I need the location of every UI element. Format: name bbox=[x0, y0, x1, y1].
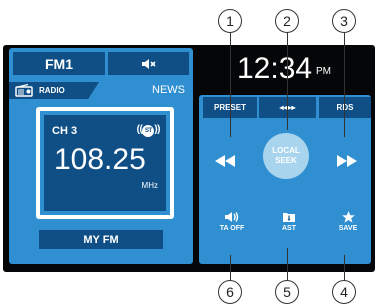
save-label: SAVE bbox=[338, 225, 358, 232]
program-type-label: NEWS bbox=[152, 84, 185, 96]
ast-label: AST bbox=[282, 225, 296, 232]
control-panel: PRESET ◂◂▸▸ RDS LOCAL SEEK TA OFF bbox=[199, 95, 371, 264]
frequency-display-inner: CH 3 ((ST)) 108.25 MHz bbox=[44, 115, 166, 211]
clock-ampm: PM bbox=[316, 66, 331, 77]
callout-leader-4 bbox=[344, 255, 345, 283]
speaker-mute-icon bbox=[141, 58, 156, 69]
callout-leader-3 bbox=[344, 32, 345, 137]
callout-2: 2 bbox=[275, 9, 299, 33]
source-label: RADIO bbox=[39, 86, 65, 95]
band-button[interactable]: FM1 bbox=[13, 52, 105, 75]
seek-back-icon[interactable] bbox=[215, 155, 235, 167]
frequency-unit: MHz bbox=[141, 181, 158, 190]
callout-4: 4 bbox=[332, 280, 356, 304]
ta-button[interactable]: TA OFF bbox=[209, 211, 255, 232]
callout-3: 3 bbox=[332, 9, 356, 33]
frequency-display: CH 3 ((ST)) 108.25 MHz bbox=[36, 107, 174, 219]
radio-screen: FM1 RADIO NEWS CH 3 ((ST)) 108.25 MHz M… bbox=[3, 45, 375, 272]
auto-store-icon bbox=[283, 213, 295, 222]
tab-rds[interactable]: RDS bbox=[319, 97, 371, 118]
source-label-bar: RADIO bbox=[9, 82, 99, 99]
stereo-badge-text: ST bbox=[142, 125, 155, 137]
traffic-announcement-icon bbox=[225, 212, 239, 222]
local-seek-line2: SEEK bbox=[275, 156, 297, 165]
mute-button[interactable] bbox=[108, 52, 189, 75]
ta-label: TA OFF bbox=[219, 225, 245, 232]
save-button[interactable]: SAVE bbox=[325, 211, 371, 232]
callout-leader-6 bbox=[230, 255, 231, 283]
seek-forward-icon[interactable] bbox=[337, 155, 357, 167]
local-seek-button[interactable]: LOCAL SEEK bbox=[263, 133, 309, 179]
frequency-value: 108.25 bbox=[54, 143, 146, 176]
ast-button[interactable]: AST bbox=[266, 211, 312, 232]
callout-1: 1 bbox=[218, 9, 242, 33]
callout-6: 6 bbox=[218, 280, 242, 304]
clock-time: 12:34 bbox=[237, 52, 313, 85]
stereo-icon: ((ST)) bbox=[136, 124, 161, 137]
local-seek-line1: LOCAL bbox=[272, 146, 300, 155]
callout-leader-1 bbox=[230, 32, 231, 137]
channel-label: CH 3 bbox=[52, 125, 78, 137]
callout-leader-2 bbox=[287, 32, 288, 130]
callout-leader-5 bbox=[287, 248, 288, 283]
radio-info-panel: FM1 RADIO NEWS CH 3 ((ST)) 108.25 MHz M… bbox=[9, 48, 193, 264]
star-icon bbox=[341, 211, 355, 223]
callout-5: 5 bbox=[275, 280, 299, 304]
station-name-button[interactable]: MY FM bbox=[39, 230, 163, 249]
radio-icon bbox=[15, 84, 33, 97]
